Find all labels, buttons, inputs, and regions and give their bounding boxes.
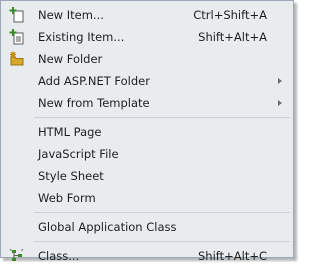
menu-item-label: Web Form <box>38 191 96 205</box>
menu-item-web-form[interactable]: Web Form <box>1 187 293 209</box>
menu-item-shortcut: Shift+Alt+A <box>198 30 267 44</box>
menu-item-javascript-file[interactable]: JavaScript File <box>1 143 293 165</box>
menu-item-add-aspnet-folder[interactable]: Add ASP.NET Folder <box>1 70 293 92</box>
menu-item-label: HTML Page <box>38 125 102 139</box>
menu-separator <box>1 238 293 245</box>
menu-separator <box>1 209 293 216</box>
submenu-arrow-icon <box>278 78 282 84</box>
menu-item-label: Class... <box>38 249 80 263</box>
menu-item-html-page[interactable]: HTML Page <box>1 121 293 143</box>
menu-item-shortcut: Ctrl+Shift+A <box>193 8 267 22</box>
existing-item-icon <box>9 29 25 45</box>
menu-item-label: New Item... <box>38 8 104 22</box>
new-item-icon <box>9 7 25 23</box>
menu-item-label: Style Sheet <box>38 169 104 183</box>
menu-item-label: Global Application Class <box>38 220 177 234</box>
menu-item-label: Add ASP.NET Folder <box>38 74 150 88</box>
menu-item-label: New from Template <box>38 96 150 110</box>
menu-separator <box>1 114 293 121</box>
menu-item-new-item[interactable]: New Item... Ctrl+Shift+A <box>1 4 293 26</box>
context-menu: New Item... Ctrl+Shift+A Existing Item..… <box>0 0 294 263</box>
menu-items: New Item... Ctrl+Shift+A Existing Item..… <box>1 4 293 267</box>
menu-item-global-application-class[interactable]: Global Application Class <box>1 216 293 238</box>
menu-item-label: JavaScript File <box>38 147 119 161</box>
menu-item-label: Existing Item... <box>38 30 125 44</box>
menu-item-label: New Folder <box>38 52 103 66</box>
menu-item-class[interactable]: Class... Shift+Alt+C <box>1 245 293 267</box>
menu-item-shortcut: Shift+Alt+C <box>197 249 267 263</box>
menu-item-style-sheet[interactable]: Style Sheet <box>1 165 293 187</box>
menu-item-new-folder[interactable]: New Folder <box>1 48 293 70</box>
submenu-arrow-icon <box>278 100 282 106</box>
new-folder-icon <box>9 51 25 67</box>
menu-item-new-from-template[interactable]: New from Template <box>1 92 293 114</box>
menu-item-existing-item[interactable]: Existing Item... Shift+Alt+A <box>1 26 293 48</box>
